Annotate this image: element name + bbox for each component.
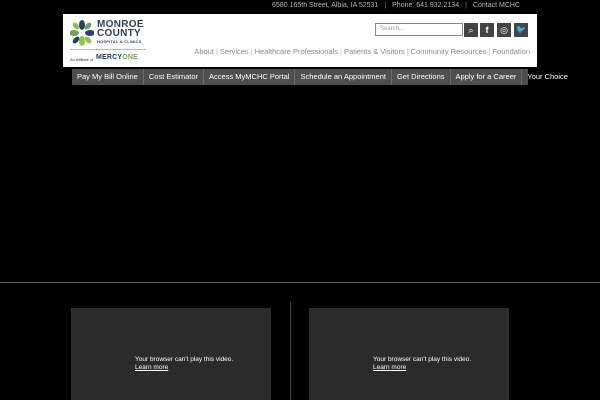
nav-divider: | <box>250 47 253 56</box>
learn-more-link[interactable]: Learn more <box>135 364 168 371</box>
video-error-message: Your browser can't play this video. <box>135 356 234 363</box>
instagram-icon[interactable]: ◎ <box>497 23 511 37</box>
nav-foundation[interactable]: Foundation <box>492 47 530 56</box>
video-player-2[interactable]: Your browser can't play this video. Lear… <box>309 308 509 400</box>
address-text: 6580 165th Street, Albia, IA 52531 <box>272 2 379 9</box>
twitter-icon[interactable]: 🐦 <box>514 23 528 37</box>
quick-schedule[interactable]: Schedule an Appointment <box>295 69 392 85</box>
nav-community-resources[interactable]: Community Resources <box>411 47 487 56</box>
mercyone-logo: MERCYONE <box>96 54 138 61</box>
quick-your-choice[interactable]: Your Choice <box>522 69 573 85</box>
mercy-text: MERCY <box>96 54 123 61</box>
nav-divider: | <box>215 47 218 56</box>
contact-link[interactable]: Contact MCHC <box>473 2 520 9</box>
affiliate-text: An Affiliate of <box>70 57 94 62</box>
quick-cost-estimator[interactable]: Cost Estimator <box>144 69 205 85</box>
quick-directions[interactable]: Get Directions <box>392 69 451 85</box>
video-player-1[interactable]: Your browser can't play this video. Lear… <box>71 308 271 400</box>
search-icon[interactable]: ⌕ <box>464 23 478 37</box>
section-divider <box>0 282 600 283</box>
quick-career[interactable]: Apply for a Career <box>451 69 523 85</box>
nav-divider: | <box>488 47 491 56</box>
quick-portal[interactable]: Access MyMCHC Portal <box>204 69 296 85</box>
logo-divider <box>70 49 146 50</box>
site-logo[interactable]: MONROE COUNTY HOSPITAL & CLINICS An Affi… <box>70 18 146 64</box>
nav-divider: | <box>406 47 409 56</box>
top-info-bar: 6580 165th Street, Albia, IA 52531 | Phone… <box>0 0 600 14</box>
site-header: MONROE COUNTY HOSPITAL & CLINICS An Affi… <box>63 14 537 67</box>
learn-more-link[interactable]: Learn more <box>373 364 406 371</box>
main-nav: About | Services | Healthcare Professionals |… <box>194 47 530 56</box>
one-text: ONE <box>122 54 139 61</box>
logo-line-2: COUNTY <box>97 28 142 39</box>
video-error-message: Your browser can't play this video. <box>373 356 472 363</box>
phone-link[interactable]: Phone: 641.932.2134 <box>392 2 459 9</box>
search-input[interactable]: Search... <box>375 23 463 36</box>
nav-healthcare-professionals[interactable]: Healthcare Professionals <box>255 47 338 56</box>
nav-services[interactable]: Services <box>220 47 249 56</box>
flower-logo-icon <box>70 20 94 46</box>
separator: | <box>384 2 387 9</box>
column-divider <box>290 302 291 400</box>
nav-divider: | <box>340 47 342 56</box>
nav-patients-visitors[interactable]: Patients & Visitors <box>344 47 405 56</box>
top-links: 6580 165th Street, Albia, IA 52531 | Phone… <box>272 2 520 9</box>
nav-about[interactable]: About <box>194 47 214 56</box>
facebook-icon[interactable]: f <box>480 23 494 37</box>
logo-line-3: HOSPITAL & CLINICS <box>97 39 142 44</box>
separator: | <box>465 2 467 9</box>
quick-links-bar: Pay My Bill Online Cost Estimator Access… <box>72 69 568 85</box>
quick-pay-bill[interactable]: Pay My Bill Online <box>72 69 144 85</box>
